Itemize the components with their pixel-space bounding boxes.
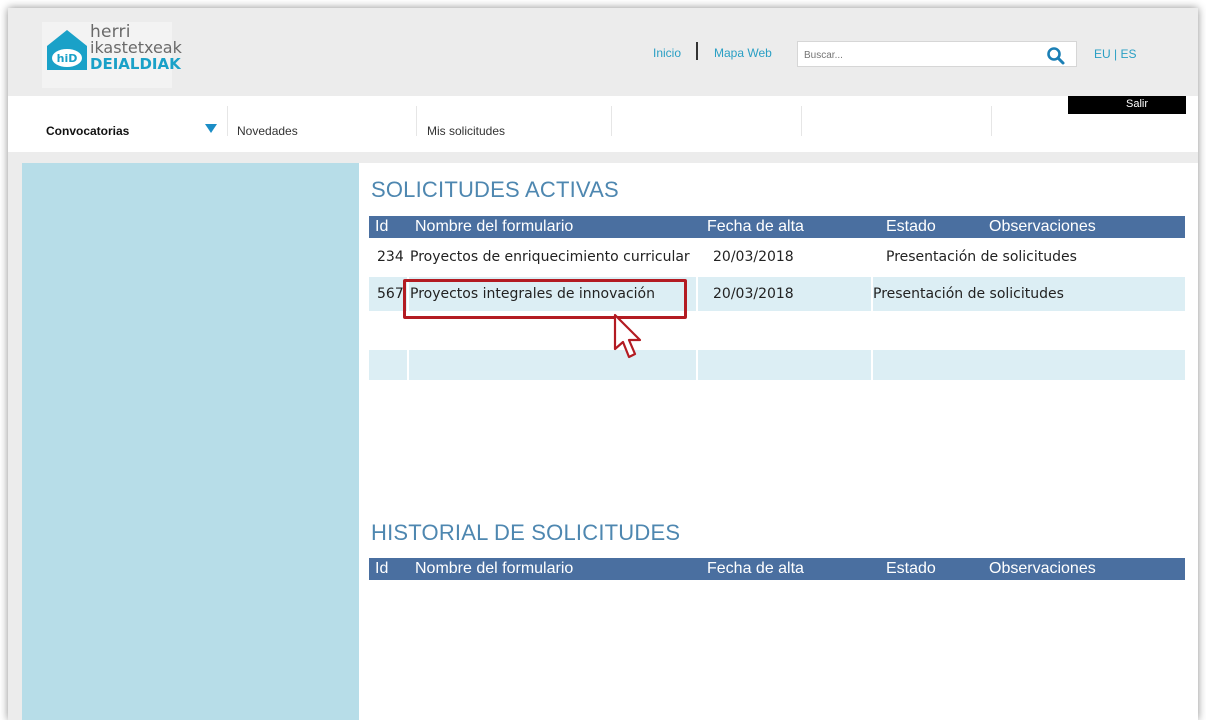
logo-text-ikastetxeak: ikastetxeak (90, 38, 182, 57)
inicio-link[interactable]: Inicio (653, 46, 681, 60)
cell-divider (871, 350, 873, 380)
active-requests-title: SOLICITUDES ACTIVAS (371, 177, 619, 202)
nav-divider (991, 106, 992, 136)
col-nombre: Nombre del formulario (415, 560, 574, 577)
cell-divider (696, 350, 698, 380)
cell-fecha: 20/03/2018 (713, 249, 794, 265)
logout-button[interactable]: Salir (1068, 96, 1186, 114)
mouse-pointer-icon (613, 313, 642, 359)
empty-table-row (369, 350, 1185, 380)
history-table-header: Id Nombre del formulario Fecha de alta E… (369, 558, 1185, 580)
search-icon[interactable] (1046, 46, 1066, 66)
nav-novedades[interactable]: Novedades (237, 124, 298, 138)
link-separator (696, 42, 698, 60)
cell-estado: Presentación de solicitudes (886, 249, 1077, 265)
col-estado: Estado (886, 560, 936, 577)
main-content: SOLICITUDES ACTIVAS Id Nombre del formul… (359, 163, 1198, 720)
cell-estado: Presentación de solicitudes (873, 286, 1064, 302)
svg-text:hiD: hiD (57, 52, 78, 65)
logo-house-icon: hiD (47, 30, 87, 70)
history-title: HISTORIAL DE SOLICITUDES (371, 520, 681, 545)
col-observaciones: Observaciones (989, 218, 1096, 235)
search-input[interactable] (804, 48, 1034, 62)
col-id: Id (375, 218, 389, 235)
app-window: hiD herri ikastetxeak DEIALDIAK Inicio M… (8, 8, 1198, 720)
site-logo[interactable]: hiD herri ikastetxeak DEIALDIAK (42, 22, 182, 88)
language-switch[interactable]: EU | ES (1094, 47, 1136, 61)
col-fecha: Fecha de alta (707, 218, 804, 235)
cell-divider (696, 277, 698, 311)
logo-text-deialdiak: DEIALDIAK (90, 55, 181, 73)
cell-nombre[interactable]: Proyectos de enriquecimiento curricular (410, 249, 690, 265)
cell-id: 567 (377, 286, 404, 302)
header: hiD herri ikastetxeak DEIALDIAK Inicio M… (8, 8, 1198, 96)
col-id: Id (375, 560, 389, 577)
search-box (797, 41, 1077, 67)
nav-divider (801, 106, 802, 136)
nav-mis-solicitudes[interactable]: Mis solicitudes (427, 124, 505, 138)
main-nav: Convocatorias Novedades Mis solicitudes … (8, 96, 1198, 152)
nav-divider (611, 106, 612, 136)
cell-id: 234 (377, 249, 404, 265)
col-observaciones: Observaciones (989, 560, 1096, 577)
col-nombre: Nombre del formulario (415, 218, 574, 235)
dropdown-arrow-icon[interactable] (205, 124, 217, 133)
nav-divider (227, 106, 228, 136)
cell-fecha: 20/03/2018 (713, 286, 794, 302)
mapa-web-link[interactable]: Mapa Web (714, 46, 772, 60)
nav-convocatorias[interactable]: Convocatorias (46, 124, 129, 138)
highlight-box (403, 279, 687, 319)
cell-divider (407, 350, 409, 380)
active-table-header: Id Nombre del formulario Fecha de alta E… (369, 216, 1185, 238)
col-fecha: Fecha de alta (707, 560, 804, 577)
col-estado: Estado (886, 218, 936, 235)
sidebar-panel (22, 163, 359, 720)
nav-divider (416, 106, 417, 136)
table-row[interactable]: 234 Proyectos de enriquecimiento curricu… (369, 240, 1185, 274)
